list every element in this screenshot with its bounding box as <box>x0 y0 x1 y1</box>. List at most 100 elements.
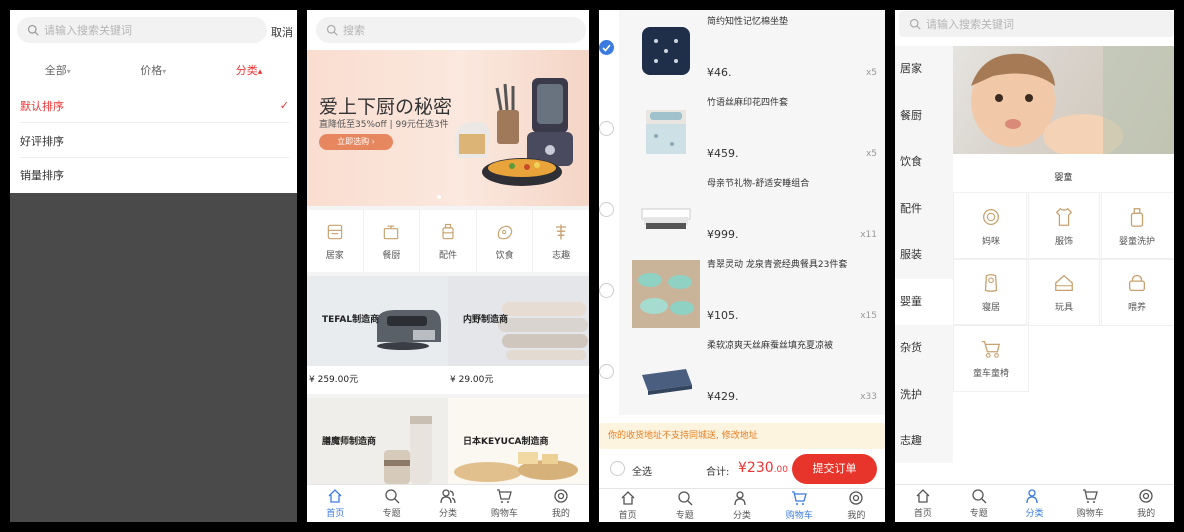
toaster-image <box>377 310 441 350</box>
tab-topics[interactable]: 专题 <box>951 485 1007 522</box>
item-checkbox[interactable] <box>599 121 614 136</box>
gear-icon <box>1139 489 1153 503</box>
tab-cart[interactable]: 购物车 <box>1062 485 1118 522</box>
tab-category[interactable]: 分类 <box>420 485 476 522</box>
bottom-tab-bar: 首页 专题 分类 购物车 我的 <box>307 484 589 522</box>
tab-topics[interactable]: 专题 <box>363 485 419 522</box>
celadon-tableware-image <box>632 260 700 328</box>
search-input[interactable]: 搜索 <box>316 17 586 43</box>
tab-cart[interactable]: 购物车 <box>476 485 532 522</box>
cushion-image <box>642 27 690 75</box>
users-icon <box>440 489 456 504</box>
users-icon <box>734 491 746 506</box>
cart-item[interactable]: 母亲节礼物-舒适安睡组合 ¥999. x11 <box>619 172 885 253</box>
tab-topics[interactable]: 专题 <box>656 489 713 522</box>
item-quantity: x15 <box>860 311 877 321</box>
sort-option-sales[interactable]: 销量排序 <box>20 158 289 192</box>
search-icon <box>972 489 987 504</box>
sidebar-item-food[interactable]: 饮食 <box>895 139 953 186</box>
subcategory-stroller[interactable]: 童车童椅 <box>953 324 1029 392</box>
product-name: 膳魔师制造商 <box>322 437 377 447</box>
subcategory-toys[interactable]: 玩具 <box>1026 258 1102 326</box>
feeding-icon <box>1129 274 1145 291</box>
select-all-checkbox[interactable] <box>610 461 625 476</box>
search-input[interactable]: 请输入搜索关键词 <box>899 11 1174 37</box>
sidebar-item-home[interactable]: 居家 <box>895 46 953 93</box>
category-screen: 请输入搜索关键词 居家 餐厨 饮食 配件 服装 婴童 杂货 洗护 志趣 婴童 妈… <box>895 10 1174 522</box>
promo-banner[interactable]: 爱上下厨の秘密 直降低至35%off | 99元任选3件 立即选购 › <box>307 50 589 206</box>
interest-icon <box>556 224 567 239</box>
shop-now-button[interactable]: 立即选购 › <box>319 134 393 150</box>
quilt-image <box>642 369 692 395</box>
category-food[interactable]: 饮食 <box>477 210 534 272</box>
category-banner[interactable] <box>953 46 1174 158</box>
gear-icon <box>849 491 864 505</box>
banner-subtitle: 直降低至35%off | 99元任选3件 <box>319 120 449 130</box>
sidebar-item-accessories[interactable]: 配件 <box>895 186 953 233</box>
product-card[interactable]: 膳魔师制造商 <box>307 398 448 484</box>
tab-home[interactable]: 首页 <box>307 485 363 522</box>
item-checkbox[interactable] <box>599 202 614 217</box>
product-card[interactable]: TEFAL制造商 ¥ 259.00元 <box>307 276 448 394</box>
luggage-icon <box>442 223 454 239</box>
sidebar-item-kitchen[interactable]: 餐厨 <box>895 93 953 140</box>
filter-price[interactable]: 价格▾ <box>140 62 166 78</box>
item-checkbox[interactable] <box>599 40 614 55</box>
product-name: 日本KEYUCA制造商 <box>463 437 549 447</box>
tab-cart[interactable]: 购物车 <box>771 489 828 522</box>
sidebar-item-misc[interactable]: 杂货 <box>895 325 953 372</box>
category-accessories[interactable]: 配件 <box>420 210 477 272</box>
cart-item[interactable]: 柔软凉爽天丝麻蚕丝填充夏凉被 ¥429. x33 <box>619 334 885 415</box>
cancel-button[interactable]: 取消 <box>271 24 293 40</box>
subcategory-mommy[interactable]: 妈咪 <box>953 192 1029 260</box>
pot-icon <box>384 225 399 239</box>
sidebar-item-interest[interactable]: 志趣 <box>895 418 953 465</box>
item-name: 青翠灵动 龙泉青瓷经典餐具23件套 <box>707 260 848 270</box>
tab-home[interactable]: 首页 <box>599 489 656 522</box>
tab-mine[interactable]: 我的 <box>828 489 885 522</box>
product-card[interactable]: 内野制造商 ¥ 29.00元 <box>448 276 589 394</box>
item-price: ¥429. <box>707 390 739 403</box>
tab-mine[interactable]: 我的 <box>533 485 589 522</box>
category-interest[interactable]: 志趣 <box>533 210 589 272</box>
home-icon <box>916 489 930 503</box>
address-notice[interactable]: 你的收货地址不支持同城送, 修改地址 <box>599 423 885 449</box>
category-home[interactable]: 居家 <box>307 210 364 272</box>
select-all-label[interactable]: 全选 <box>632 463 652 478</box>
total-amount: ¥230.00 <box>738 460 788 476</box>
sort-option-default[interactable]: 默认排序 ✓ <box>20 89 289 123</box>
product-price: ¥ 259.00元 <box>309 375 359 385</box>
sidebar-item-baby[interactable]: 婴童 <box>895 278 953 325</box>
filter-category[interactable]: 分类▴ <box>236 62 263 78</box>
filter-tabs: 全部▾ 价格▾ 分类▴ <box>10 60 297 80</box>
cart-item[interactable]: 竹语丝麻印花四件套 ¥459. x5 <box>619 91 885 172</box>
tab-category[interactable]: 分类 <box>713 489 770 522</box>
gear-icon <box>554 489 568 503</box>
search-icon <box>27 24 39 36</box>
cart-item[interactable]: 简约知性记忆棉坐垫 ¥46. x5 <box>619 10 885 91</box>
filter-sheet: 请输入搜索关键词 取消 全部▾ 价格▾ 分类▴ 默认排序 ✓ 好评排序 销量排序 <box>10 10 297 193</box>
cart-item[interactable]: 青翠灵动 龙泉青瓷经典餐具23件套 ¥105. x15 <box>619 253 885 334</box>
tab-home[interactable]: 首页 <box>895 485 951 522</box>
tab-mine[interactable]: 我的 <box>1118 485 1174 522</box>
subcategory-feeding[interactable]: 喂养 <box>1099 258 1174 326</box>
category-kitchen[interactable]: 餐厨 <box>364 210 421 272</box>
sort-option-rating[interactable]: 好评排序 <box>20 124 289 158</box>
chevron-down-icon: ▾ <box>162 67 167 76</box>
subcategory-bedding[interactable]: 寝居 <box>953 258 1029 326</box>
toy-icon <box>1055 274 1073 291</box>
subcategory-baby-care[interactable]: 婴童洗护 <box>1099 192 1174 260</box>
subcategory-clothes[interactable]: 服饰 <box>1026 192 1102 260</box>
sidebar-item-clothing[interactable]: 服装 <box>895 232 953 279</box>
item-checkbox[interactable] <box>599 364 614 379</box>
search-input[interactable]: 请输入搜索关键词 <box>17 17 267 43</box>
home-screen: 搜索 爱上下厨の秘密 直降低至35%off | 99元任选3件 立即选购 › 居… <box>307 10 589 522</box>
tab-category[interactable]: 分类 <box>1007 485 1063 522</box>
search-icon <box>384 489 400 504</box>
submit-order-button[interactable]: 提交订单 <box>792 454 877 484</box>
filter-all[interactable]: 全部▾ <box>45 62 71 78</box>
sidebar-item-care[interactable]: 洗护 <box>895 372 953 419</box>
product-card[interactable]: 日本KEYUCA制造商 <box>448 398 589 484</box>
item-checkbox[interactable] <box>599 283 614 298</box>
chevron-down-icon: ▾ <box>66 67 71 76</box>
